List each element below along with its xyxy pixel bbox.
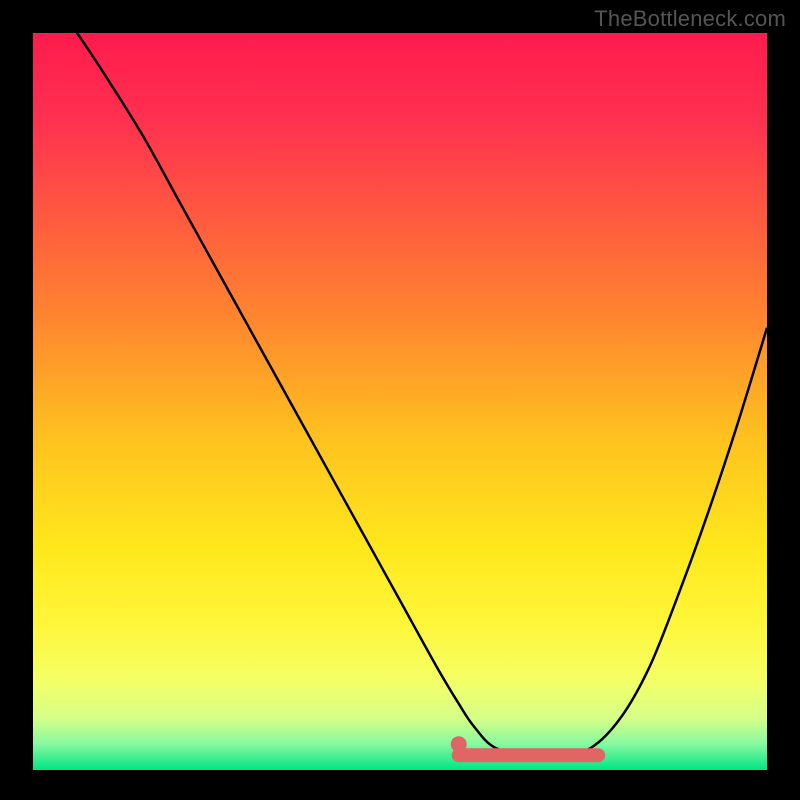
chart-stage: TheBottleneck.com — [0, 0, 800, 800]
marker-dot — [451, 736, 467, 752]
watermark-text: TheBottleneck.com — [594, 6, 786, 32]
bottleneck-plot — [0, 0, 800, 800]
gradient-panel — [33, 33, 767, 770]
